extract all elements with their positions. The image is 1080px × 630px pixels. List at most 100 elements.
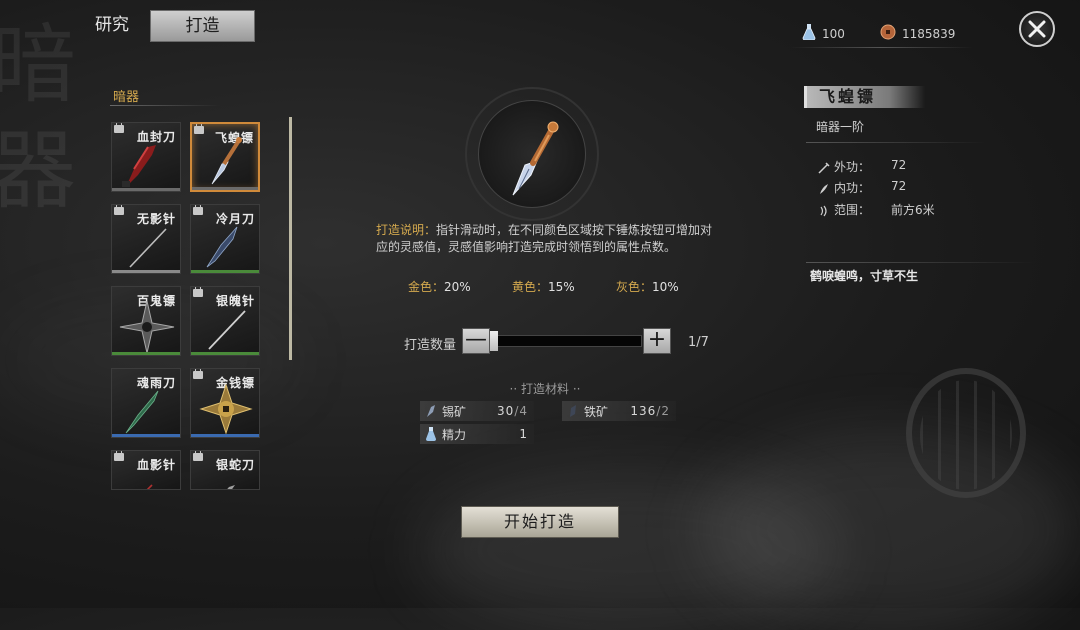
lock-icon (114, 451, 124, 461)
coin-dart-icon (199, 383, 253, 435)
blade-icon (125, 390, 159, 434)
feihuangbiao-dart-icon (512, 121, 559, 196)
blade-icon (206, 226, 238, 268)
shuriken-icon (119, 300, 175, 354)
lock-icon (193, 369, 203, 379)
quality-bar (112, 434, 180, 437)
item-name-plate: 飞蝗镖 (804, 86, 925, 108)
stat-value: 72 (891, 179, 907, 193)
quality-bar (112, 352, 180, 355)
coin-icon (880, 24, 896, 43)
quantity-plus-button[interactable]: + (643, 328, 671, 354)
forge-description-label: 打造说明： (376, 223, 437, 237)
item-name: 飞蝗镖 (819, 87, 877, 106)
weapon-slot-jinqianbiao[interactable]: 金钱镖 (190, 368, 260, 438)
material-count: 136/2 (630, 404, 670, 418)
quality-bar (191, 270, 259, 273)
stat-range: 范围： 前方6米 (818, 201, 935, 218)
feather-icon (820, 183, 828, 194)
needle-icon (146, 484, 153, 489)
quantity-minus-button[interactable]: — (462, 328, 490, 354)
material-count: 1 (519, 427, 528, 441)
potion-icon (802, 24, 816, 43)
gold-value: 20% (444, 280, 471, 294)
material-name: 锡矿 (442, 404, 467, 419)
yellow-value: 15% (548, 280, 575, 294)
category-label: 暗器 (113, 90, 140, 105)
gray-label: 灰色： (616, 280, 653, 294)
quality-bar (192, 187, 258, 190)
sword-icon (818, 161, 830, 174)
material-tin-ore: 锡矿 30/4 (420, 401, 534, 421)
weapon-slot-baiguibiao[interactable]: 百鬼镖 (111, 286, 181, 356)
item-motto: 鹤唳蝗鸣，寸草不生 (810, 269, 919, 283)
gray-chance: 灰色：10% (616, 278, 679, 295)
stat-label: 内功： (834, 181, 871, 195)
lock-icon (193, 205, 203, 215)
stat-value: 72 (891, 158, 907, 172)
quantity-slider[interactable] (490, 335, 642, 347)
tab-forge[interactable]: 打造 (150, 10, 255, 42)
item-tier: 暗器一阶 (816, 120, 865, 134)
stat-value: 前方6米 (891, 203, 935, 217)
gray-value: 10% (652, 280, 679, 294)
yellow-chance: 黄色：15% (512, 278, 575, 295)
material-count: 30/4 (497, 404, 528, 418)
lock-icon (114, 123, 124, 133)
item-preview (478, 100, 586, 208)
category-divider (110, 105, 220, 106)
weapon-slot-yinpozhen[interactable]: 银魄针 (190, 286, 260, 356)
yellow-label: 黄色： (512, 280, 549, 294)
stat-internal: 内功： 72 (818, 179, 906, 196)
potion-resource: 100 (802, 24, 845, 43)
weapon-slot-lengyuedao[interactable]: 冷月刀 (190, 204, 260, 274)
material-name: 精力 (442, 427, 467, 442)
dart-icon (211, 137, 242, 185)
materials-title: ·· 打造材料 ·· (509, 382, 581, 396)
top-bar: 研究 打造 100 1185839 (0, 0, 1080, 50)
weapon-slot-wuyingzhen[interactable]: 无影针 (111, 204, 181, 274)
stat-label: 外功： (834, 160, 871, 174)
weapon-slot-feihuangbiao[interactable]: 飞蝗镖 (190, 122, 260, 192)
range-icon (820, 205, 827, 216)
quantity-value: 1/7 (688, 335, 709, 350)
lock-icon (194, 124, 204, 134)
weapon-slot-xueyingzhen[interactable]: 血影针 (111, 450, 181, 490)
quality-bar (112, 270, 180, 273)
quality-bar (191, 434, 259, 437)
forge-description: 打造说明：指针滑动时，在不同颜色区域按下锤炼按钮可增加对应的灵感值，灵感值影响打… (376, 222, 716, 256)
quality-bar (191, 352, 259, 355)
weapon-slot-yinshedao[interactable]: 银蛇刀 (190, 450, 260, 490)
quality-bar (112, 188, 180, 191)
tab-research[interactable]: 研究 (84, 10, 140, 40)
stat-label: 范围： (834, 203, 871, 217)
blade-icon (227, 485, 235, 489)
lock-icon (193, 451, 203, 461)
resource-divider (790, 47, 972, 48)
coin-count: 1185839 (902, 26, 956, 41)
quantity-label: 打造数量 (404, 338, 457, 353)
stat-external: 外功： 72 (818, 158, 906, 175)
gold-chance: 金色：20% (408, 278, 471, 295)
quantity-slider-handle[interactable] (490, 331, 498, 351)
blade-icon (122, 145, 156, 187)
mist-decoration (700, 430, 1080, 630)
detail-divider (806, 142, 986, 143)
lock-icon (193, 287, 203, 297)
ore-icon (427, 405, 435, 417)
ore-icon (570, 405, 576, 417)
weapon-slot-xuefengdao[interactable]: 血封刀 (111, 122, 181, 192)
weapon-slot-hunyudao[interactable]: 魂雨刀 (111, 368, 181, 438)
needle-icon (208, 310, 246, 350)
material-iron-ore: 铁矿 136/2 (562, 401, 676, 421)
needle-icon (129, 228, 167, 268)
gold-label: 金色： (408, 280, 445, 294)
lock-icon (114, 205, 124, 215)
list-scrollbar[interactable] (289, 117, 292, 360)
detail-divider (806, 262, 1036, 263)
material-energy: 精力 1 (420, 424, 534, 444)
close-icon (1028, 20, 1046, 38)
window-lattice-decoration (920, 380, 1012, 490)
start-forge-button[interactable]: 开始打造 (461, 506, 619, 538)
close-button[interactable] (1019, 11, 1055, 47)
